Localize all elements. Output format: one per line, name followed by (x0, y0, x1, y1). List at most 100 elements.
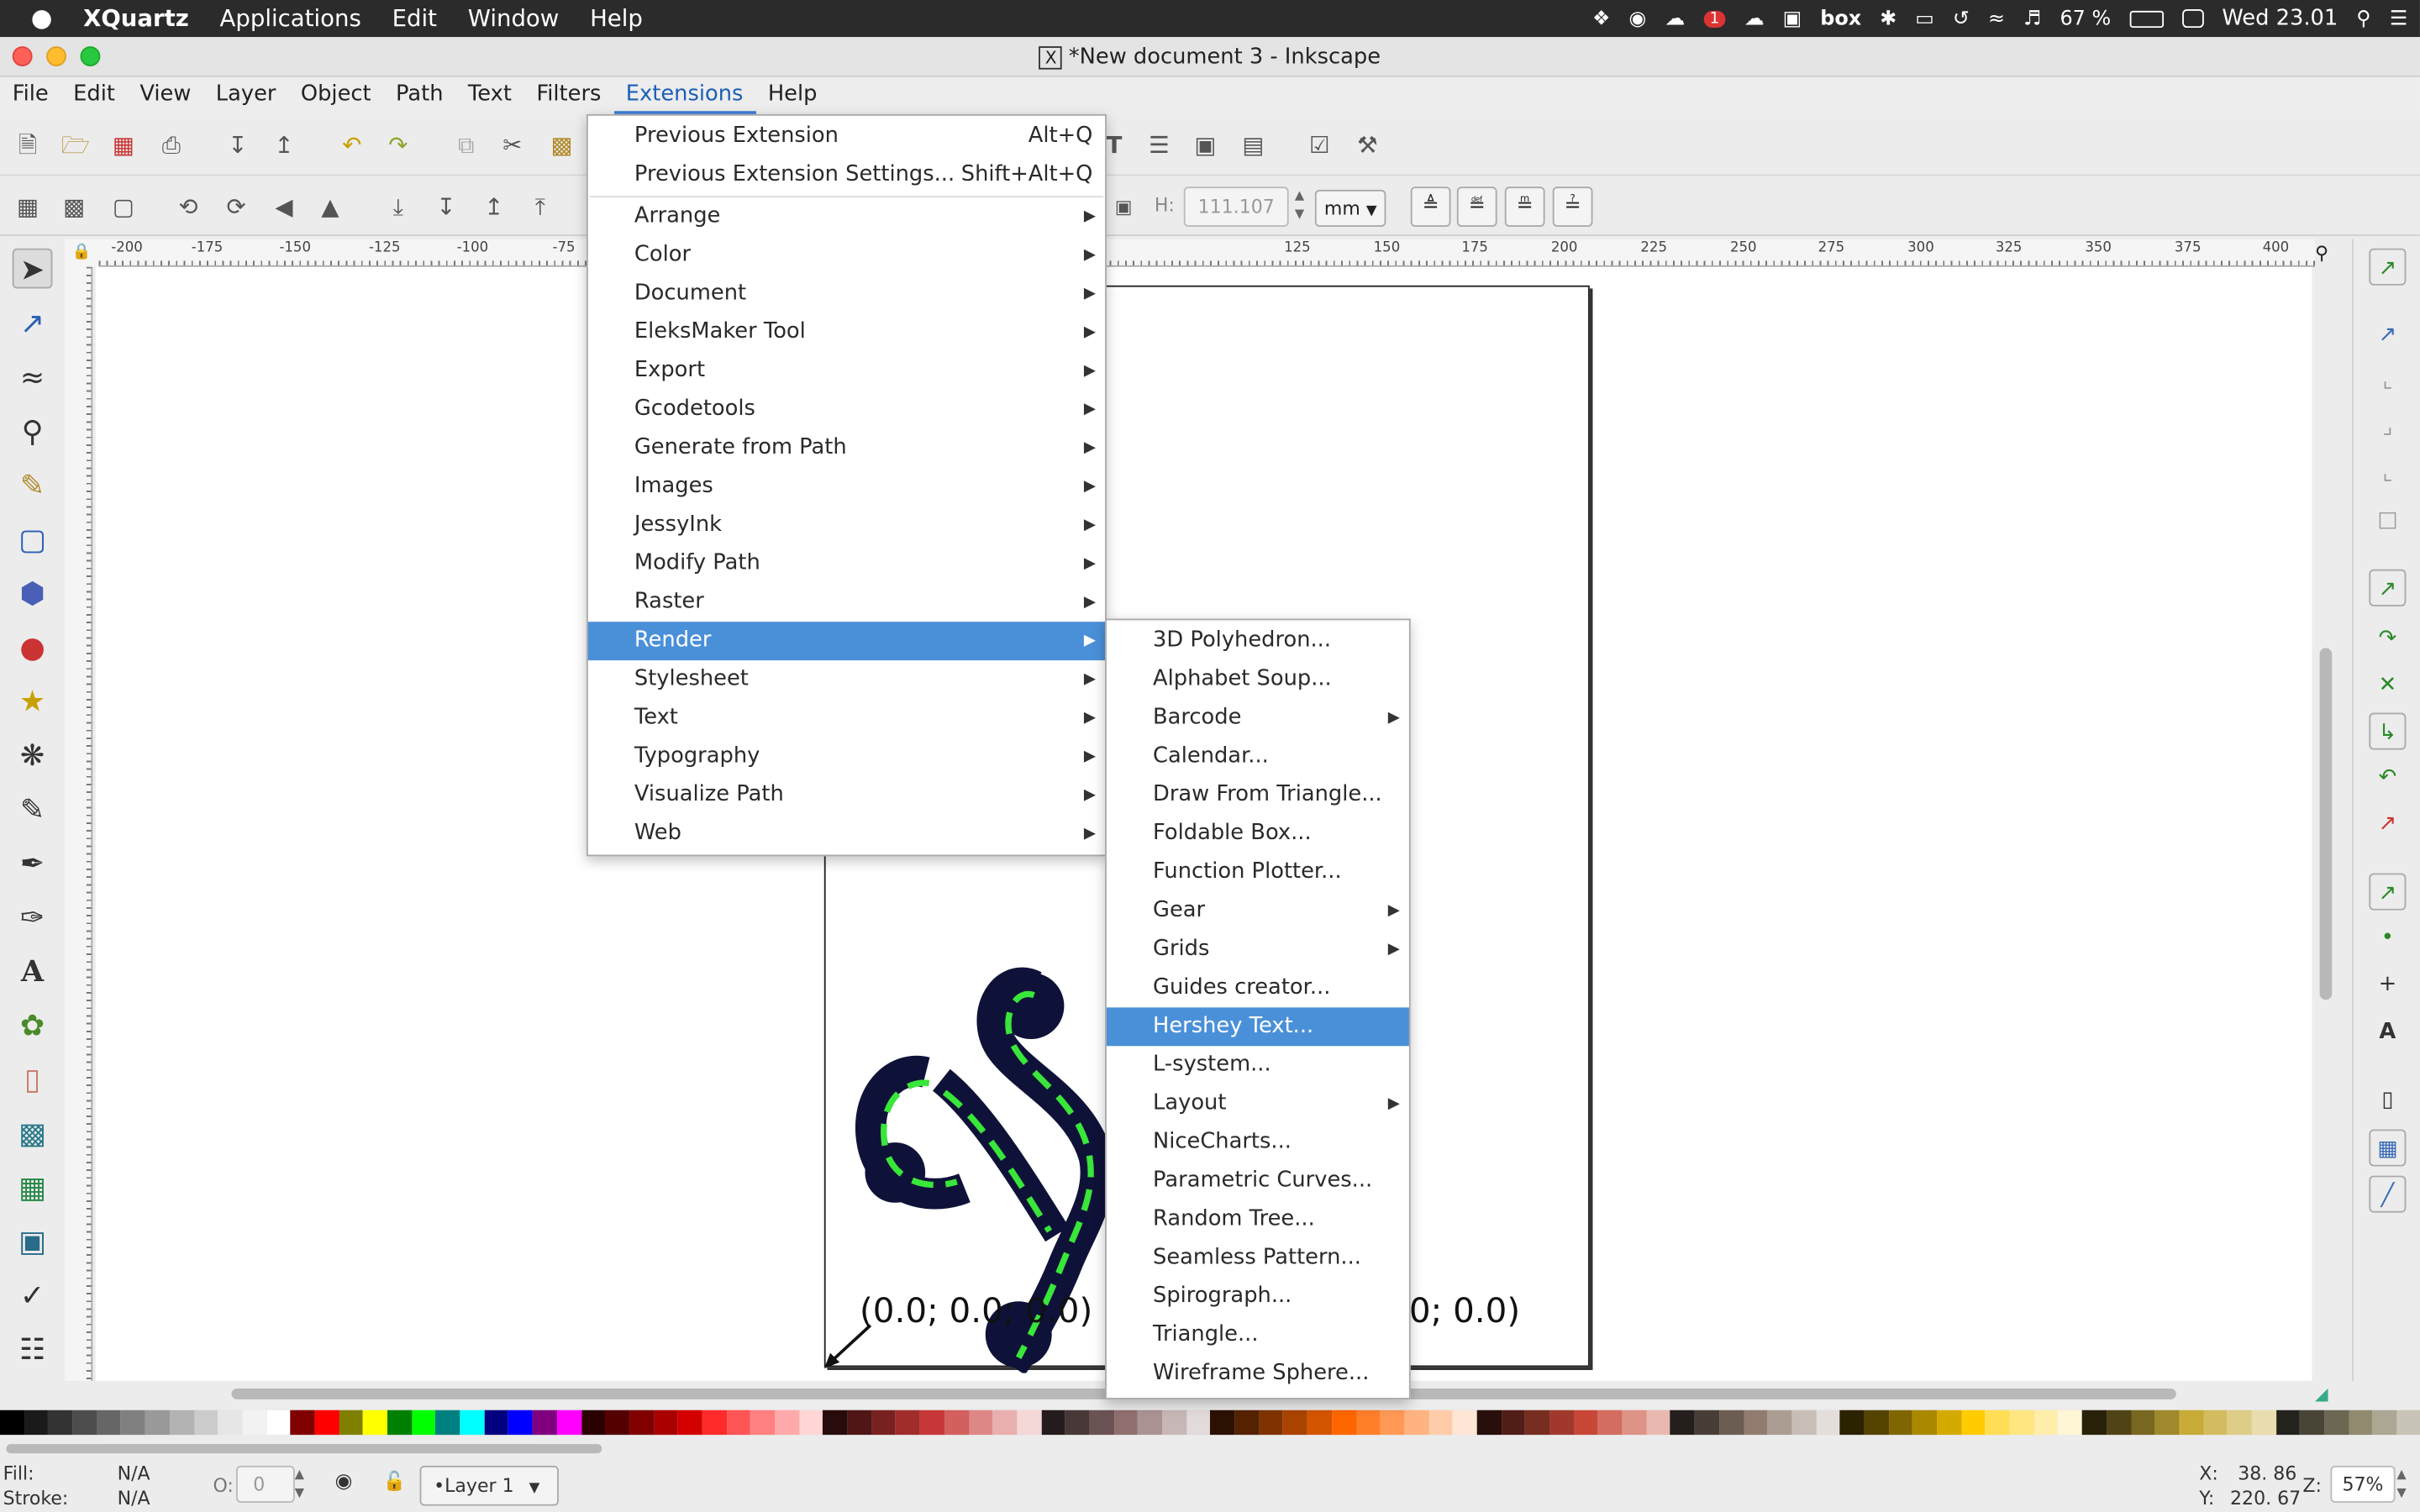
color-swatch[interactable] (387, 1410, 412, 1436)
flip-vertical-icon[interactable]: ▲ (315, 192, 346, 223)
select-all-layers-icon[interactable]: ▩ (59, 192, 90, 223)
color-swatch[interactable] (2033, 1410, 2059, 1436)
volume-icon[interactable]: ♬ (2023, 7, 2041, 30)
lower-to-bottom-icon[interactable]: ⤓ (383, 192, 414, 223)
snap-bbox-midpoint-icon[interactable]: ⌞ (2369, 455, 2406, 492)
color-swatch[interactable] (218, 1410, 243, 1436)
notification-center-icon[interactable]: ☰ (2390, 7, 2407, 30)
color-swatch[interactable] (823, 1410, 848, 1436)
undo-icon[interactable]: ↶ (336, 129, 367, 160)
color-swatch[interactable] (1138, 1410, 1163, 1436)
color-swatch[interactable] (1622, 1410, 1647, 1436)
flip-horizontal-icon[interactable]: ◀ (269, 192, 300, 223)
ext-menu-item-typography[interactable]: Typography ▶ (588, 738, 1105, 776)
render-menu-item-alphabet-soup[interactable]: Alphabet Soup... (1107, 660, 1409, 699)
color-swatch[interactable] (581, 1410, 606, 1436)
document-properties-icon[interactable]: ☑ (1304, 129, 1335, 160)
color-swatch[interactable] (1525, 1410, 1550, 1436)
ext-menu-item-document[interactable]: Document ▶ (588, 275, 1105, 313)
wifi-icon[interactable]: ≈ (1988, 7, 2005, 30)
render-menu-item-random-tree[interactable]: Random Tree... (1107, 1200, 1409, 1239)
layer-select[interactable]: •Layer 1 ▼ (419, 1465, 559, 1506)
color-swatch[interactable] (1718, 1410, 1744, 1436)
color-swatch[interactable] (72, 1410, 97, 1436)
color-swatch[interactable] (1234, 1410, 1260, 1436)
cut-icon[interactable]: ✂ (497, 129, 528, 160)
color-swatch[interactable] (1864, 1410, 1889, 1436)
render-menu-item-grids[interactable]: Grids ▶ (1107, 931, 1409, 969)
render-menu-item-3d-polyhedron[interactable]: 3D Polyhedron... (1107, 622, 1409, 660)
render-menu-item-foldable-box[interactable]: Foldable Box... (1107, 815, 1409, 853)
color-swatch[interactable] (1573, 1410, 1598, 1436)
color-swatch[interactable] (2227, 1410, 2252, 1436)
menu-text[interactable]: Text (455, 77, 523, 114)
move-patterns-button[interactable]: ≟ (1552, 186, 1593, 227)
render-menu-item-l-system[interactable]: L-system... (1107, 1046, 1409, 1084)
color-swatch[interactable] (1113, 1410, 1139, 1436)
color-swatch[interactable] (556, 1410, 581, 1436)
color-swatch[interactable] (460, 1410, 485, 1436)
vertical-ruler[interactable] (65, 266, 93, 1381)
open-file-icon[interactable]: 🗁 (60, 129, 92, 160)
color-swatch[interactable] (1670, 1410, 1695, 1436)
snap-page-border-icon[interactable]: ▯ (2369, 1082, 2406, 1119)
align-icon[interactable]: ▤ (1238, 129, 1269, 160)
ext-menu-item-gcodetools[interactable]: Gcodetools ▶ (588, 391, 1105, 429)
spray-tool-icon[interactable]: ✿ (13, 1006, 53, 1047)
opacity-stepper[interactable]: ▲ ▼ (295, 1466, 313, 1503)
snap-grid-icon[interactable]: ▦ (2369, 1129, 2407, 1167)
color-swatch[interactable] (1646, 1410, 1671, 1436)
ext-menu-item-visualize-path[interactable]: Visualize Path ▶ (588, 776, 1105, 815)
render-menu-item-seamless-pattern[interactable]: Seamless Pattern... (1107, 1239, 1409, 1278)
snap-nodes-icon[interactable]: ↗ (2369, 569, 2407, 606)
color-swatch[interactable] (653, 1410, 678, 1436)
color-swatch[interactable] (968, 1410, 993, 1436)
ext-menu-item-jessyink[interactable]: JessyInk ▶ (588, 506, 1105, 544)
xml-editor-icon[interactable]: ▣ (1190, 129, 1221, 160)
color-swatch[interactable] (532, 1410, 557, 1436)
menu-view[interactable]: View (128, 77, 203, 114)
snap-bbox-corner-icon[interactable]: ⌟ (2369, 409, 2406, 446)
color-swatch[interactable] (2251, 1410, 2276, 1436)
color-swatch[interactable] (1476, 1410, 1502, 1436)
close-window-button[interactable] (12, 46, 33, 66)
snap-rotation-center-icon[interactable]: + (2369, 966, 2406, 1003)
color-swatch[interactable] (2275, 1410, 2301, 1436)
ext-menu-item-color[interactable]: Color ▶ (588, 236, 1105, 275)
print-icon[interactable]: ⎙ (156, 129, 187, 160)
color-swatch[interactable] (314, 1410, 339, 1436)
snap-center-icon[interactable]: • (2369, 920, 2406, 957)
spiral-tool-icon[interactable]: ❋ (13, 736, 53, 776)
ext-menu-item-eleksmaker-tool[interactable]: EleksMaker Tool ▶ (588, 313, 1105, 352)
color-swatch[interactable] (605, 1410, 630, 1436)
color-swatch[interactable] (435, 1410, 460, 1436)
rotate-cw-icon[interactable]: ⟳ (221, 192, 252, 223)
layer-visibility-icon[interactable]: ◉ (335, 1470, 353, 1494)
render-menu-item-parametric-curves[interactable]: Parametric Curves... (1107, 1162, 1409, 1200)
color-swatch[interactable] (48, 1410, 73, 1436)
stroke-value[interactable]: N/A (118, 1488, 150, 1509)
color-swatch[interactable] (339, 1410, 364, 1436)
color-swatch[interactable] (1767, 1410, 1792, 1436)
snap-smooth-icon[interactable]: ↶ (2369, 759, 2406, 796)
mesh-tool-icon[interactable]: ▣ (13, 1222, 53, 1263)
render-menu-item-gear[interactable]: Gear ▶ (1107, 892, 1409, 931)
color-swatch[interactable] (1331, 1410, 1356, 1436)
color-swatch[interactable] (871, 1410, 897, 1436)
mac-menu-help[interactable]: Help (575, 0, 659, 37)
render-menu-item-barcode[interactable]: Barcode ▶ (1107, 699, 1409, 738)
minimize-window-button[interactable] (46, 46, 66, 66)
color-swatch[interactable] (1743, 1410, 1768, 1436)
color-swatch[interactable] (1937, 1410, 1961, 1436)
color-swatch[interactable] (1210, 1410, 1235, 1436)
color-swatch[interactable] (1404, 1410, 1428, 1436)
measure-tool-icon[interactable]: ✎ (13, 466, 53, 507)
color-swatch[interactable] (1960, 1410, 1986, 1436)
color-swatch[interactable] (1283, 1410, 1307, 1436)
color-swatch[interactable] (629, 1410, 654, 1436)
select-all-icon[interactable]: ▦ (13, 192, 44, 223)
layer-lock-icon[interactable]: 🔓 (383, 1470, 406, 1492)
airplay-icon[interactable]: ▭ (1915, 7, 1934, 30)
shield-icon[interactable]: ▣ (1783, 7, 1802, 30)
notification-icon[interactable]: 1 (1703, 9, 1726, 28)
